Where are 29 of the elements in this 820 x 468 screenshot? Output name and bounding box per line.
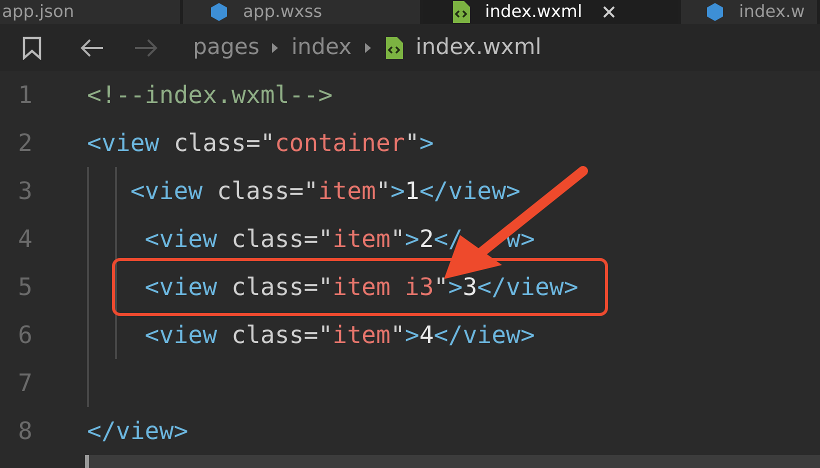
code-line: <view class="container"> [87,128,434,159]
code-line: <view class="item">1</view> [129,176,520,207]
line-number: 3 [17,176,34,207]
file-code-icon [451,0,471,24]
breadcrumb-item[interactable]: pages [193,31,260,64]
back-arrow-icon[interactable] [79,38,105,58]
file-code-icon [384,36,404,60]
scrollbar[interactable] [85,455,820,468]
line-number: 8 [17,416,34,447]
cube-icon [705,2,725,22]
close-icon[interactable] [602,5,616,19]
line-number: 1 [17,80,34,111]
code-line: <!--index.wxml--> [87,80,333,111]
cube-icon [209,2,229,22]
breadcrumb-item[interactable]: index.wxml [416,31,542,64]
chevron-icon [271,42,280,54]
editor-tab[interactable]: index.wxml [423,0,681,24]
code-line: <view class="item">4</view> [144,320,535,351]
line-number: 7 [17,368,34,399]
breadcrumb-item[interactable]: index [291,31,352,64]
code-line: </view> [87,416,188,447]
code-line: <view class="item i3">3</view> [144,272,578,303]
line-number: 2 [17,128,34,159]
bookmark-icon[interactable] [22,36,42,60]
line-number: 6 [17,320,34,351]
editor-tab[interactable]: app.json [0,0,183,24]
line-number: 5 [17,272,34,303]
chevron-icon [364,42,372,54]
line-number: 4 [17,224,34,255]
